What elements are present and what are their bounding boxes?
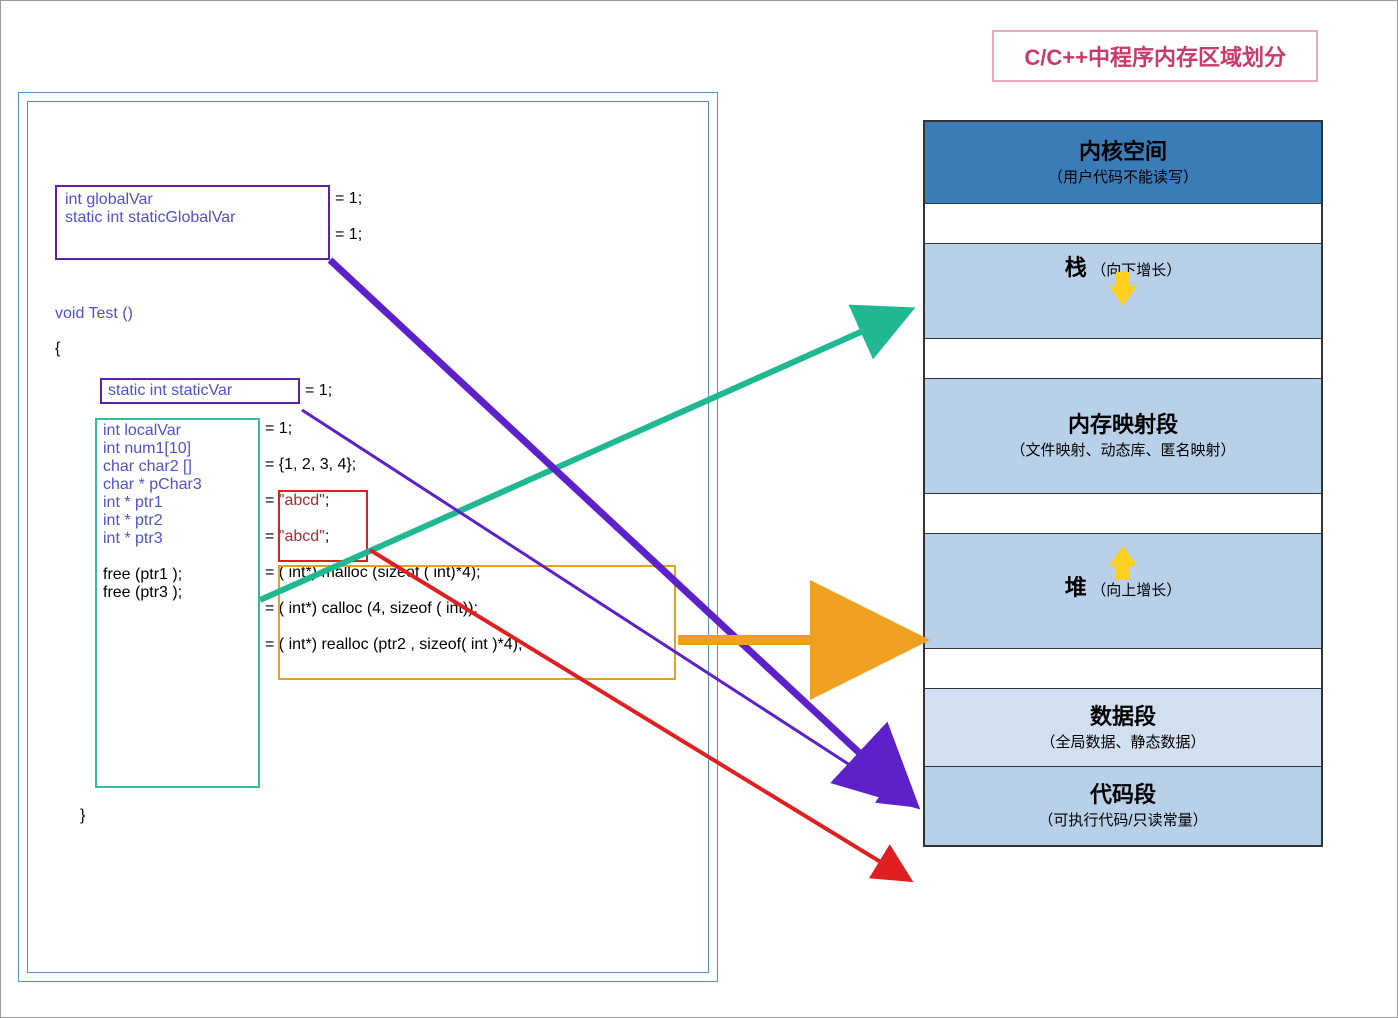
global-val: = 1; — [335, 190, 362, 208]
local-var-box: int localVar int num1[10] char char2 [] … — [95, 418, 260, 788]
arrow-up-icon — [1109, 546, 1137, 566]
gap-row-1 — [925, 204, 1321, 244]
static-var-box: static int staticVar — [100, 378, 300, 404]
free3: free (ptr3 ); — [103, 584, 182, 601]
diagram-title: C/C++中程序内存区域划分 — [992, 30, 1318, 82]
heap-row: 堆 （向上增长） — [925, 534, 1321, 649]
global-var-box: int globalVar static int staticGlobalVar — [55, 185, 330, 260]
free1: free (ptr1 ); — [103, 566, 182, 583]
stack-row: 栈 （向下增长） — [925, 244, 1321, 339]
num1-decl: int num1[10] — [103, 440, 191, 457]
gap-row-3 — [925, 494, 1321, 534]
char2-decl: char char2 [] — [103, 458, 192, 475]
ptr3-decl: int * ptr3 — [103, 530, 163, 547]
brace-close: } — [80, 807, 85, 825]
num1-val: = {1, 2, 3, 4}; — [265, 456, 356, 474]
code-segment-row: 代码段 （可执行代码/只读常量） — [925, 767, 1321, 845]
data-segment-row: 数据段 （全局数据、静态数据） — [925, 689, 1321, 767]
kernel-space-row: 内核空间 （用户代码不能读写） — [925, 122, 1321, 204]
gap-row-2 — [925, 339, 1321, 379]
local-val: = 1; — [265, 420, 292, 438]
fn-decl: void Test () — [55, 305, 133, 323]
static-global-val: = 1; — [335, 226, 362, 244]
pchar3-decl: char * pChar3 — [103, 476, 202, 493]
string-literal-box — [278, 490, 368, 562]
memory-map-row: 内存映射段 （文件映射、动态库、匿名映射） — [925, 379, 1321, 494]
arrow-down-icon — [1109, 286, 1137, 306]
ptr1-decl: int * ptr1 — [103, 494, 163, 511]
local-var: int localVar — [103, 422, 181, 439]
brace-open: { — [55, 340, 60, 358]
malloc-box — [278, 565, 676, 680]
global-var-decl: int globalVar — [65, 191, 153, 208]
ptr2-decl: int * ptr2 — [103, 512, 163, 529]
memory-layout-table: 内核空间 （用户代码不能读写） 栈 （向下增长） 内存映射段 （文件映射、动态库… — [923, 120, 1323, 847]
gap-row-4 — [925, 649, 1321, 689]
static-var-val: = 1; — [305, 382, 332, 400]
static-global-decl: static int staticGlobalVar — [65, 209, 235, 226]
static-var-decl: static int staticVar — [108, 382, 232, 399]
